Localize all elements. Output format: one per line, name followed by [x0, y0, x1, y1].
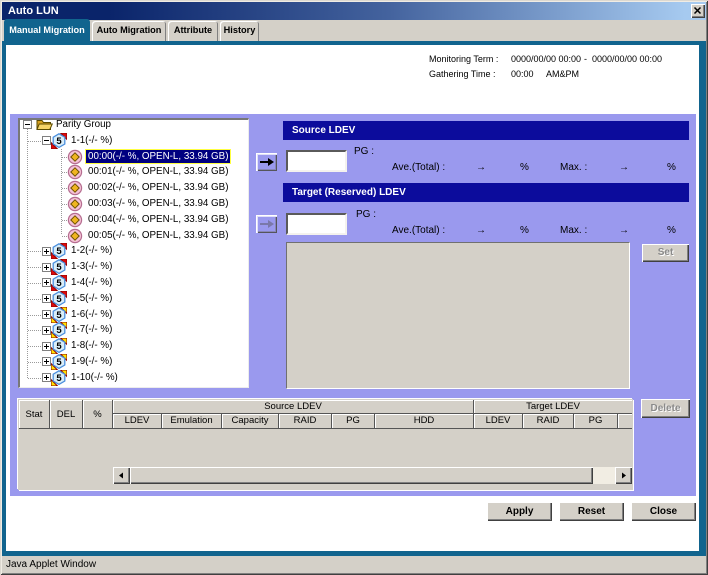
- svg-text:5: 5: [56, 278, 62, 289]
- svg-text:5: 5: [56, 341, 62, 352]
- svg-text:5: 5: [56, 294, 62, 305]
- svg-text:5: 5: [56, 325, 62, 336]
- svg-text:5: 5: [56, 246, 62, 257]
- svg-text:5: 5: [56, 262, 62, 273]
- svg-text:5: 5: [56, 373, 62, 384]
- svg-text:5: 5: [56, 310, 62, 321]
- svg-text:5: 5: [56, 136, 62, 147]
- svg-text:5: 5: [56, 357, 62, 368]
